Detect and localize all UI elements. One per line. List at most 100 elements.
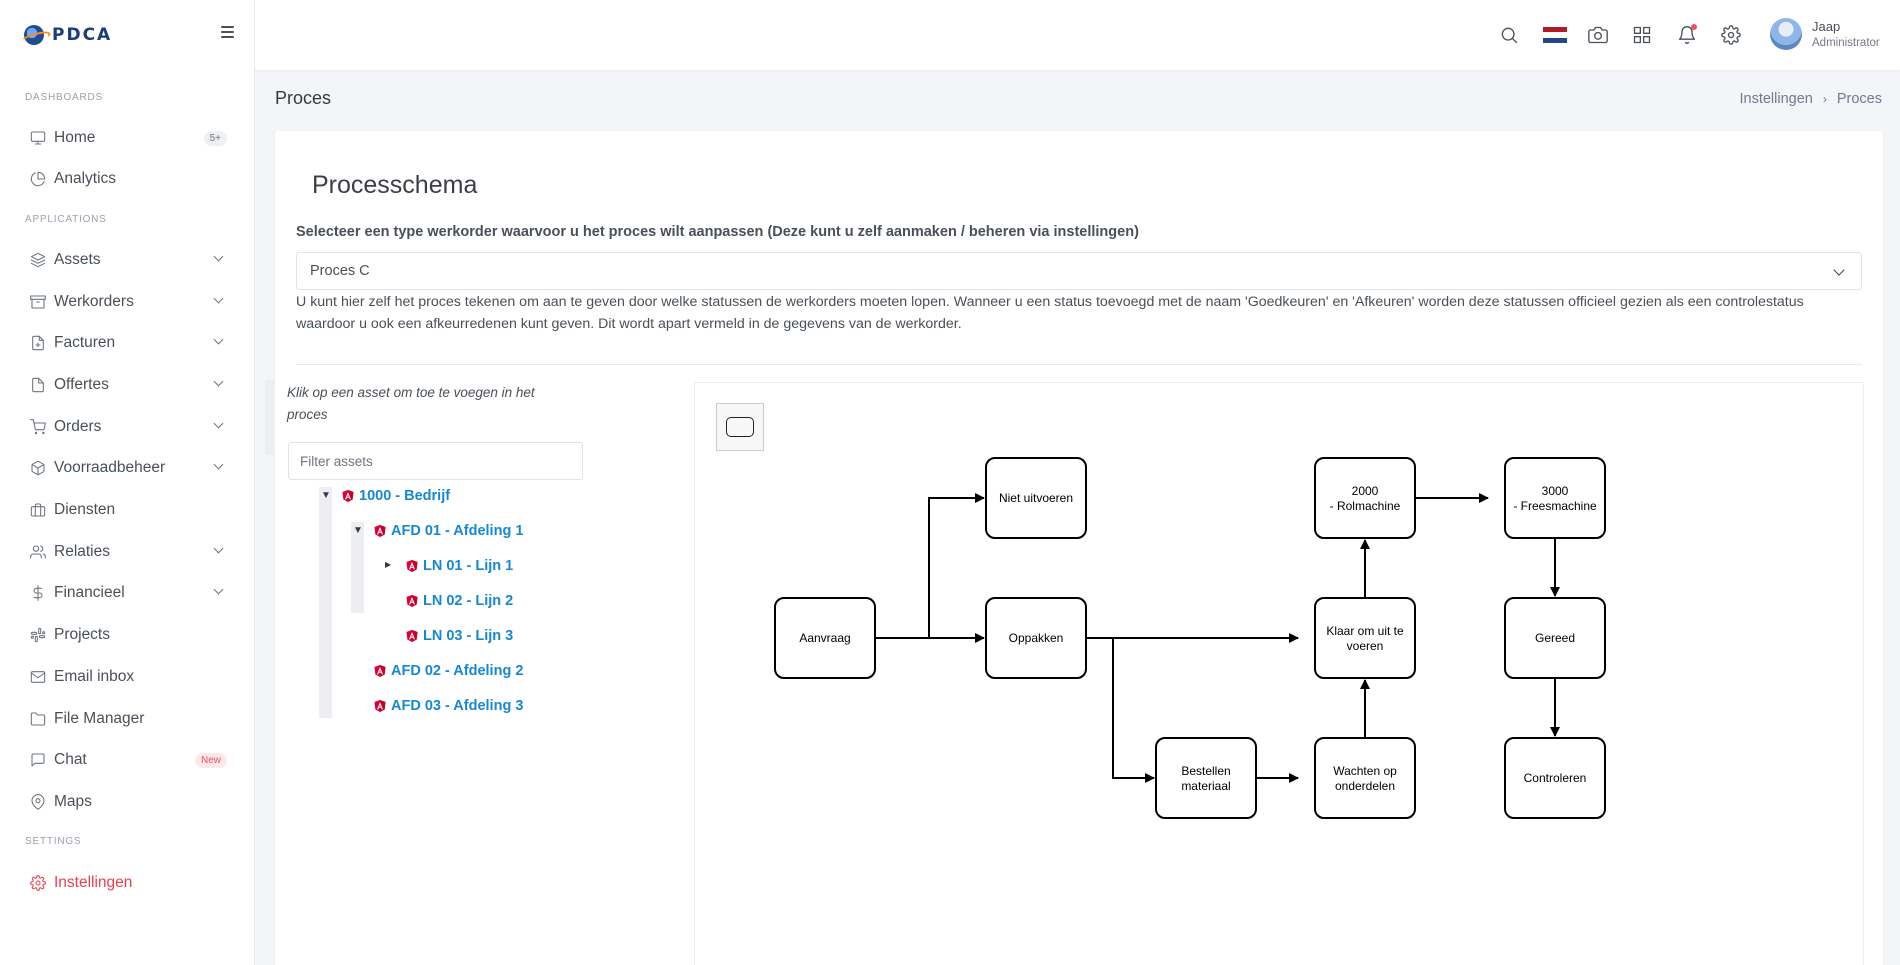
- sidebar-item-label: Diensten: [54, 501, 116, 518]
- sidebar-item-financieel[interactable]: Financieel: [0, 575, 255, 611]
- status-node-klaar-om-uit-te-voeren[interactable]: Klaar om uit te voeren: [1314, 597, 1416, 679]
- tree-node-label: 1000 - Bedrijf: [359, 488, 451, 504]
- sidebar-item-chat[interactable]: Chat New: [0, 742, 255, 778]
- tree-node[interactable]: 1000 - Bedrijf: [342, 487, 450, 505]
- chevron-down-icon[interactable]: [213, 418, 224, 429]
- message-square-icon: [30, 752, 46, 768]
- sidebar-item-offertes[interactable]: Offertes: [0, 367, 255, 403]
- sidebar-item-email-inbox[interactable]: Email inbox: [0, 659, 255, 695]
- sidebar-item-file-manager[interactable]: File Manager: [0, 701, 255, 737]
- sidebar-item-label: Chat: [54, 751, 87, 768]
- sidebar-item-label: Offertes: [54, 376, 109, 393]
- edge-oppakken-bestellen[interactable]: [1112, 638, 1155, 783]
- chevron-down-icon[interactable]: [213, 293, 224, 304]
- globe-logo-icon: [24, 25, 44, 45]
- chevron-down-icon[interactable]: [213, 251, 224, 262]
- filter-assets-input[interactable]: [288, 442, 583, 480]
- sidebar: PDCA DASHBOARDS APPLICATIONS SETTINGS Ho…: [0, 0, 255, 965]
- sidebar-item-assets[interactable]: Assets: [0, 242, 255, 278]
- chevron-down-icon: [1833, 264, 1845, 276]
- status-node-controleren[interactable]: Controleren: [1504, 737, 1606, 819]
- node-label: - Freesmachine: [1513, 499, 1597, 513]
- user-name[interactable]: Jaap: [1812, 19, 1840, 34]
- chevron-down-icon[interactable]: [213, 584, 224, 595]
- edge-aanvraag-niet-uitvoeren[interactable]: [928, 493, 985, 638]
- tree-node[interactable]: LN 01 - Lijn 1: [406, 557, 513, 575]
- tree-node[interactable]: AFD 03 - Afdeling 3: [374, 697, 523, 715]
- scrollbar[interactable]: [265, 380, 274, 455]
- node-label: Controleren: [1524, 771, 1587, 785]
- sidebar-item-orders[interactable]: Orders: [0, 409, 255, 445]
- sidebar-item-label: Email inbox: [54, 668, 135, 685]
- chevron-down-icon[interactable]: [213, 334, 224, 345]
- tree-node[interactable]: AFD 01 - Afdeling 1: [374, 522, 523, 540]
- menu-toggle-icon[interactable]: [221, 26, 234, 38]
- flag-stripe-blue: [1543, 37, 1567, 43]
- angular-asset-icon: [374, 700, 386, 712]
- sidebar-item-werkorders[interactable]: Werkorders: [0, 284, 255, 320]
- node-label: 2000: [1352, 484, 1379, 498]
- status-node-niet-uitvoeren[interactable]: Niet uitvoeren: [985, 457, 1087, 539]
- sidebar-item-projects[interactable]: Projects: [0, 617, 255, 653]
- sidebar-item-facturen[interactable]: Facturen: [0, 325, 255, 361]
- expand-toggle-icon[interactable]: ▶: [385, 560, 391, 569]
- status-node-wachten-op-onderdelen[interactable]: Wachten op onderdelen: [1314, 737, 1416, 819]
- sidebar-item-label: Analytics: [54, 170, 117, 187]
- brand[interactable]: PDCA: [0, 0, 254, 70]
- angular-asset-icon: [374, 525, 386, 537]
- asset-hint: Klik op een asset om toe te voegen in he…: [287, 385, 535, 422]
- process-diagram-canvas[interactable]: Aanvraag Niet uitvoeren Oppakken Bestell…: [694, 382, 1864, 965]
- pie-chart-icon: [30, 171, 46, 187]
- camera-icon[interactable]: [1587, 24, 1609, 46]
- tree-node-label: LN 01 - Lijn 1: [423, 558, 514, 574]
- dollar-icon: [30, 585, 46, 601]
- menu-badge: New: [194, 752, 227, 768]
- sidebar-item-voorraadbeheer[interactable]: Voorraadbeheer: [0, 450, 255, 486]
- collapse-toggle-icon[interactable]: ▼: [321, 490, 331, 501]
- status-node-oppakken[interactable]: Oppakken: [985, 597, 1087, 679]
- asset-node-freesmachine[interactable]: 3000 - Freesmachine: [1504, 457, 1606, 539]
- sidebar-item-label: Instellingen: [54, 874, 133, 891]
- search-icon[interactable]: [1498, 24, 1520, 46]
- chevron-down-icon[interactable]: [213, 459, 224, 470]
- breadcrumb: Instellingen › Proces: [1740, 91, 1883, 107]
- sidebar-item-instellingen[interactable]: Instellingen: [0, 865, 255, 901]
- tree-node[interactable]: LN 03 - Lijn 3: [406, 627, 513, 645]
- asset-node-rolmachine[interactable]: 2000 - Rolmachine: [1314, 457, 1416, 539]
- node-label: 3000: [1542, 484, 1569, 498]
- chevron-down-icon[interactable]: [213, 543, 224, 554]
- settings-gear-icon[interactable]: [1720, 24, 1742, 46]
- sidebar-item-maps[interactable]: Maps: [0, 784, 255, 820]
- grid-apps-icon[interactable]: [1631, 24, 1653, 46]
- sidebar-item-relaties[interactable]: Relaties: [0, 534, 255, 570]
- file-plus-icon: [30, 335, 46, 351]
- help-text: U kunt hier zelf het proces tekenen om a…: [296, 294, 1804, 332]
- settings-icon: [30, 875, 46, 891]
- collapse-toggle-icon[interactable]: ▼: [353, 525, 363, 536]
- status-node-aanvraag[interactable]: Aanvraag: [774, 597, 876, 679]
- sidebar-item-label: Assets: [54, 251, 101, 268]
- tree-node[interactable]: LN 02 - Lijn 2: [406, 592, 513, 610]
- sidebar-item-home[interactable]: Home 5+: [0, 120, 255, 156]
- tree-node-label: LN 02 - Lijn 2: [423, 593, 514, 609]
- process-diagram: Aanvraag Niet uitvoeren Oppakken Bestell…: [774, 457, 1606, 819]
- layers-icon: [30, 252, 46, 268]
- sidebar-item-diensten[interactable]: Diensten: [0, 492, 255, 528]
- archive-icon: [30, 294, 46, 310]
- language-flag-icon[interactable]: [1543, 27, 1567, 43]
- bell-icon[interactable]: [1676, 24, 1698, 46]
- chevron-right-icon: ›: [1822, 92, 1827, 106]
- process-type-select[interactable]: Proces C: [296, 252, 1862, 290]
- sidebar-item-analytics[interactable]: Analytics: [0, 161, 255, 197]
- menu-badge: 5+: [203, 130, 227, 146]
- tree-node-label: AFD 01 - Afdeling 1: [391, 523, 524, 539]
- box-icon: [30, 460, 46, 476]
- status-node-gereed[interactable]: Gereed: [1504, 597, 1606, 679]
- tree-node[interactable]: AFD 02 - Afdeling 2: [374, 662, 523, 680]
- node-label: Klaar om uit te: [1326, 624, 1404, 638]
- folder-icon: [30, 711, 46, 727]
- status-node-bestellen-materiaal[interactable]: Bestellen materiaal: [1155, 737, 1257, 819]
- user-avatar[interactable]: [1770, 18, 1802, 50]
- breadcrumb-item-instellingen[interactable]: Instellingen: [1740, 91, 1813, 107]
- chevron-down-icon[interactable]: [213, 376, 224, 387]
